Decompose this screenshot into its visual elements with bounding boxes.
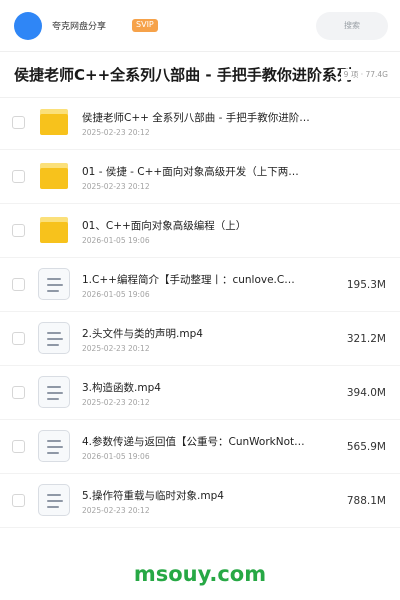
- search-input[interactable]: 搜索: [316, 11, 388, 40]
- video-file-icon: [38, 322, 70, 354]
- list-item[interactable]: 2.头文件与类的声明.mp4 2025-02-23 20:12 321.2M: [0, 312, 400, 366]
- item-date: 2025-02-23 20:12: [82, 506, 150, 515]
- item-size: 321.2M: [346, 333, 386, 345]
- item-size: 565.9M: [346, 441, 386, 453]
- select-checkbox[interactable]: [12, 170, 25, 183]
- page-title: 侯捷老师C++全系列八部曲 - 手把手教你进阶系列: [14, 66, 352, 84]
- item-size: 195.3M: [346, 279, 386, 291]
- item-date: 2026-01-05 19:06: [82, 452, 150, 461]
- item-name: 2.头文件与类的声明.mp4: [82, 328, 203, 340]
- share-owner-name[interactable]: 夸克网盘分享: [52, 19, 106, 32]
- avatar[interactable]: [14, 11, 42, 40]
- item-name: 侯捷老师C++ 全系列八部曲 - 手把手教你进阶系列: [82, 112, 310, 124]
- select-checkbox[interactable]: [12, 440, 25, 453]
- item-name: 1.C++编程简介【手动整理丨：cunlove.C…: [82, 274, 295, 286]
- list-item[interactable]: 01 - 侯捷 - C++面向对象高级开发（上下两… 2025-02-23 20…: [0, 150, 400, 204]
- select-checkbox[interactable]: [12, 494, 25, 507]
- item-date: 2025-02-23 20:12: [82, 344, 150, 353]
- select-checkbox[interactable]: [12, 386, 25, 399]
- list-item[interactable]: 1.C++编程简介【手动整理丨：cunlove.C… 2026-01-05 19…: [0, 258, 400, 312]
- item-date: 2026-01-05 19:06: [82, 236, 150, 245]
- folder-icon: [40, 217, 68, 243]
- item-name: 01 - 侯捷 - C++面向对象高级开发（上下两…: [82, 166, 299, 178]
- item-date: 2026-01-05 19:06: [82, 290, 150, 299]
- item-name: 4.参数传递与返回值【公重号：CunWorkNot…: [82, 436, 305, 448]
- list-item[interactable]: 侯捷老师C++ 全系列八部曲 - 手把手教你进阶系列 2025-02-23 20…: [0, 96, 400, 150]
- item-date: 2025-02-23 20:12: [82, 182, 150, 191]
- watermark-text: msouy.com: [133, 562, 267, 586]
- folder-icon: [40, 109, 68, 135]
- select-checkbox[interactable]: [12, 116, 25, 129]
- list-item[interactable]: 5.操作符重载与临时对象.mp4 2025-02-23 20:12 788.1M: [0, 474, 400, 528]
- list-item[interactable]: 01、C++面向对象高级编程（上） 2026-01-05 19:06: [0, 204, 400, 258]
- item-name: 5.操作符重载与临时对象.mp4: [82, 490, 224, 502]
- item-date: 2025-02-23 20:12: [82, 128, 150, 137]
- video-file-icon: [38, 430, 70, 462]
- item-date: 2025-02-23 20:12: [82, 398, 150, 407]
- video-file-icon: [38, 268, 70, 300]
- folder-meta: 9 项 · 77.4G: [340, 69, 388, 80]
- item-size: 394.0M: [346, 387, 386, 399]
- list-item[interactable]: 4.参数传递与返回值【公重号：CunWorkNot… 2026-01-05 19…: [0, 420, 400, 474]
- select-checkbox[interactable]: [12, 224, 25, 237]
- list-item[interactable]: 3.构造函数.mp4 2025-02-23 20:12 394.0M: [0, 366, 400, 420]
- select-checkbox[interactable]: [12, 332, 25, 345]
- svip-badge: SVIP: [132, 19, 158, 32]
- item-name: 3.构造函数.mp4: [82, 382, 161, 394]
- video-file-icon: [38, 484, 70, 516]
- item-name: 01、C++面向对象高级编程（上）: [82, 220, 247, 232]
- file-list: 侯捷老师C++ 全系列八部曲 - 手把手教你进阶系列 2025-02-23 20…: [0, 96, 400, 528]
- select-checkbox[interactable]: [12, 278, 25, 291]
- share-header: 夸克网盘分享 SVIP 搜索: [0, 0, 400, 52]
- item-size: 788.1M: [346, 495, 386, 507]
- video-file-icon: [38, 376, 70, 408]
- folder-icon: [40, 163, 68, 189]
